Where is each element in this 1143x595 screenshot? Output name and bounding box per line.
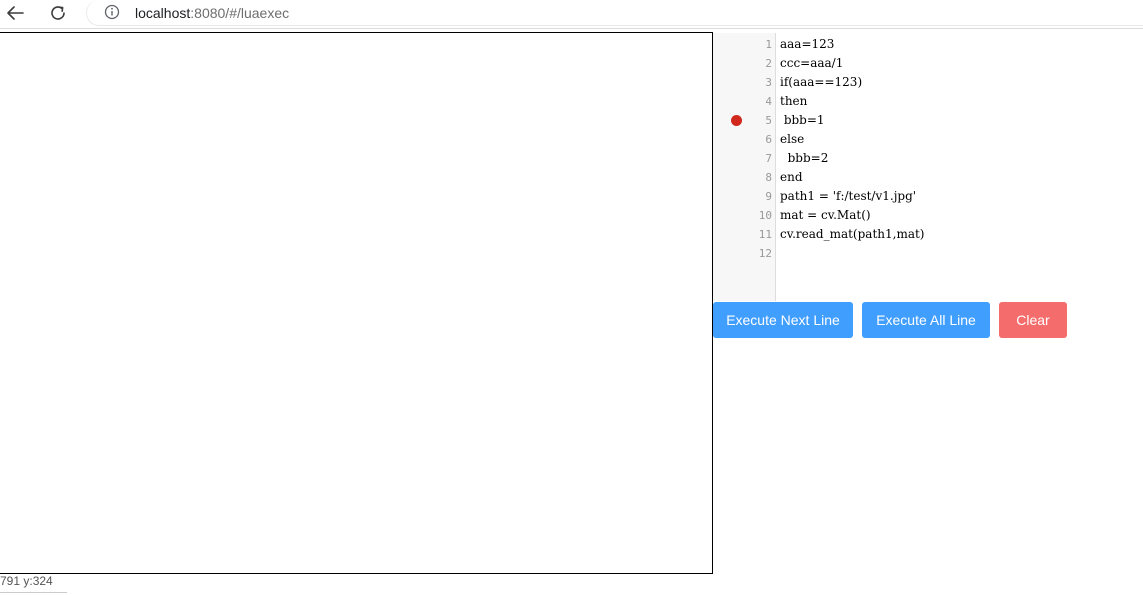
line-number[interactable]: 12 [713, 244, 772, 263]
execute-next-line-button[interactable]: Execute Next Line [713, 302, 853, 338]
code-line[interactable]: 1 aaa=123 [713, 35, 1143, 54]
code-line[interactable]: 3 if(aaa==123) [713, 73, 1143, 92]
line-code-text[interactable]: then [780, 92, 807, 111]
line-number[interactable]: 11 [713, 225, 772, 244]
code-line[interactable]: 10 mat = cv.Mat() [713, 206, 1143, 225]
line-number[interactable]: 3 [713, 73, 772, 92]
coordinate-divider [0, 592, 67, 593]
line-number[interactable]: 2 [713, 54, 772, 73]
browser-toolbar: localhost:8080/#/luaexec [0, 0, 1143, 28]
coordinate-readout: 791 y:324 [0, 574, 53, 588]
line-number[interactable]: 5 [713, 111, 772, 130]
line-number[interactable]: 6 [713, 130, 772, 149]
line-code-text[interactable]: cv.read_mat(path1,mat) [780, 225, 924, 244]
code-editor[interactable]: 1 aaa=123 2 ccc=aaa/1 3 if(aaa==123) 4 then 5 bb… [713, 33, 1143, 301]
url-path: :8080/#/luaexec [190, 5, 290, 21]
url-text[interactable]: localhost:8080/#/luaexec [135, 5, 289, 21]
code-line[interactable]: 5 bbb=1 [713, 111, 1143, 130]
url-host: localhost [135, 5, 191, 21]
line-number[interactable]: 1 [713, 35, 772, 54]
line-code-text[interactable]: ccc=aaa/1 [780, 54, 843, 73]
line-code-text[interactable]: else [780, 130, 804, 149]
drawing-canvas[interactable] [0, 32, 713, 574]
clear-button[interactable]: Clear [999, 302, 1067, 338]
toolbar-divider [0, 28, 1143, 29]
code-line[interactable]: 6 else [713, 130, 1143, 149]
code-line[interactable]: 7 bbb=2 [713, 149, 1143, 168]
line-code-text[interactable]: path1 = 'f:/test/v1.jpg' [780, 187, 916, 206]
line-code-text[interactable]: bbb=2 [780, 149, 829, 168]
line-number[interactable]: 4 [713, 92, 772, 111]
line-code-text[interactable]: bbb=1 [780, 111, 825, 130]
line-number[interactable]: 10 [713, 206, 772, 225]
reload-icon [51, 6, 65, 20]
line-number[interactable]: 9 [713, 187, 772, 206]
code-line[interactable]: 11 cv.read_mat(path1,mat) [713, 225, 1143, 244]
arrow-left-icon [7, 6, 24, 20]
line-code-text[interactable]: end [780, 168, 803, 187]
code-line[interactable]: 12 [713, 244, 1143, 263]
code-line[interactable]: 4 then [713, 92, 1143, 111]
line-code-text[interactable]: if(aaa==123) [780, 73, 862, 92]
reload-button[interactable] [46, 2, 70, 24]
execute-all-line-button[interactable]: Execute All Line [862, 302, 990, 338]
info-icon[interactable] [104, 4, 120, 20]
code-line[interactable]: 8 end [713, 168, 1143, 187]
back-button[interactable] [3, 2, 27, 24]
line-number[interactable]: 8 [713, 168, 772, 187]
line-code-text[interactable]: aaa=123 [780, 35, 834, 54]
line-number[interactable]: 7 [713, 149, 772, 168]
line-code-text[interactable]: mat = cv.Mat() [780, 206, 871, 225]
code-line[interactable]: 9 path1 = 'f:/test/v1.jpg' [713, 187, 1143, 206]
code-line[interactable]: 2 ccc=aaa/1 [713, 54, 1143, 73]
